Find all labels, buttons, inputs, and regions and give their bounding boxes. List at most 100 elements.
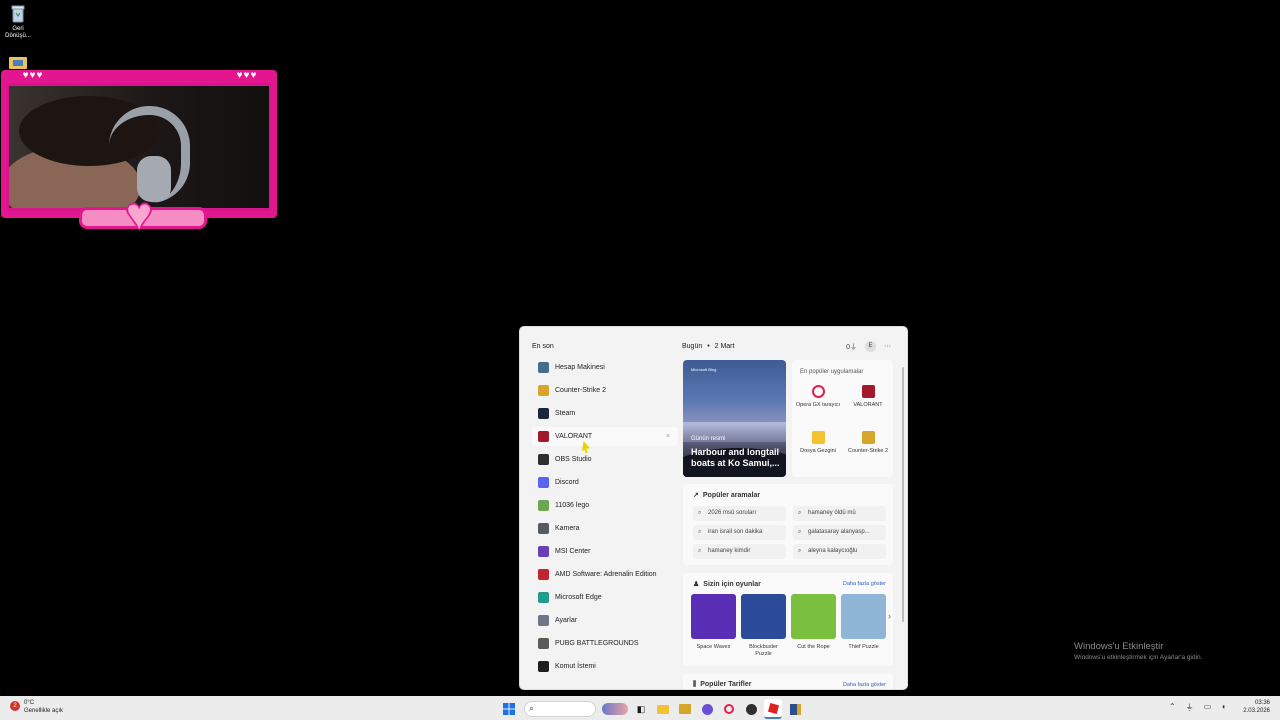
recent-app-item[interactable]: 11036 lego [532,496,678,515]
popular-search-item[interactable]: ⌕ aleyna kalaycıoğlu [793,544,886,559]
rewards-button[interactable]: 0⏚ [846,342,857,352]
popular-app-item[interactable]: Counter-Strike 2 [845,431,891,455]
weather-badge: 2 [13,703,17,709]
game-item[interactable]: Thief Puzzle [841,594,886,651]
header-tools: 0⏚ E ··· [846,341,891,352]
recent-app-item[interactable]: Kamera [532,519,678,538]
task-view-icon[interactable]: ◧ [632,700,650,718]
search-icon: ⌕ [798,529,802,535]
remove-recent-button[interactable]: × [666,433,670,440]
popular-app-item[interactable]: Dosya Gezgini [795,431,841,455]
recent-app-item[interactable]: AMD Software: Adrenalin Edition [532,565,678,584]
system-tray: ⌃ ⏚ ▭ ◖ [1169,702,1226,713]
recent-app-item[interactable]: PUBG BATTLEGROUNDS [532,634,678,653]
popular-app-item[interactable]: Opera GX tarayıcı [795,385,841,409]
folder-icon [811,431,825,444]
webcam-hearts-left: ♥♥♥ [9,70,57,82]
recent-apps-panel: En son Hesap Makinesi Counter-Strike 2 Ste… [520,327,680,689]
popular-search-item[interactable]: ⌕ 2026 msü soruları [693,506,786,521]
clock[interactable]: 03:36 2.03.2026 [1243,699,1270,715]
msi-icon [538,546,549,557]
popular-app-label: Opera GX tarayıcı [795,402,841,408]
roblox-icon[interactable] [764,699,782,719]
recent-app-item[interactable]: VALORANT × [532,427,678,446]
calculator-icon [538,362,549,373]
recent-app-item[interactable]: OBS Studio [532,450,678,469]
recent-app-label: Counter-Strike 2 [555,387,606,394]
recent-app-item[interactable]: MSI Center [532,542,678,561]
scrollbar[interactable] [902,367,904,622]
obs-icon[interactable] [742,700,760,718]
popular-search-item[interactable]: ⌕ hamaney öldü mü [793,506,886,521]
recipes-more-link[interactable]: Daha fazla göster [843,682,886,688]
search-highlight-icon[interactable] [602,703,628,715]
weather-temp: 0°C [24,700,35,706]
avatar[interactable]: E [865,341,876,352]
cs2-icon [861,431,875,444]
microphone-icon[interactable]: ⏚ [1186,702,1194,713]
edge-icon [538,592,549,603]
recent-app-label: Ayarlar [555,617,578,624]
recent-app-label: Steam [555,410,576,417]
recent-app-item[interactable]: Steam [532,404,678,423]
opera-gx-icon[interactable] [720,700,738,718]
desktop-icon-recycle-bin[interactable]: Geri Dönüşü... [3,5,33,40]
terminal-icon [538,661,549,672]
messenger-icon[interactable] [698,700,716,718]
today-separator: • [707,343,710,350]
recent-app-item[interactable]: Komut İstemi [532,657,678,676]
recent-app-label: MSI Center [555,548,591,555]
game-item[interactable]: Cut the Rope [791,594,836,651]
game-item[interactable]: Blockbuster Puzzle [741,594,786,658]
volume-icon[interactable]: ◖ [1221,702,1226,713]
game-thumbnail [841,594,886,639]
taskbar-apps: ⌕ ◧ [500,699,804,719]
chevron-up-icon[interactable]: ⌃ [1169,702,1176,713]
recent-app-item[interactable]: Counter-Strike 2 [532,381,678,400]
today-header: Bugün • 2 Mart [682,343,734,350]
recent-app-label: VALORANT [555,433,593,440]
games-more-link[interactable]: Daha fazla göster [843,581,886,587]
cs2-icon[interactable] [786,700,804,718]
webcam-hearts-right: ♥♥♥ [223,70,271,82]
taskbar: 2 0°C Genellikle açık ⌕ ◧ ⌃ ⏚ ▭ ◖ 03:36 … [0,696,1280,720]
taskbar-search-input[interactable]: ⌕ [524,701,596,717]
popular-search-label: 2026 msü soruları [708,510,757,516]
search-icon [538,500,549,511]
popular-search-label: hamaney kimdir [708,548,751,554]
network-icon[interactable]: ▭ [1204,702,1212,713]
recipes-card: ⫼ Popüler Tarifler Daha fazla göster [683,674,893,689]
popular-search-item[interactable]: ⌕ iran israil son dakika [693,525,786,540]
daily-photo-card[interactable]: Microsoft Bing Günün resmi Harbour and l… [683,360,786,477]
search-icon: ⌕ [698,529,702,535]
recent-app-item[interactable]: Ayarlar [532,611,678,630]
more-options-button[interactable]: ··· [884,343,891,350]
search-icon: ⌕ [798,510,802,516]
game-item[interactable]: Space Waves [691,594,736,651]
recent-app-label: Discord [555,479,579,486]
popular-app-item[interactable]: VALORANT [845,385,891,409]
popular-search-item[interactable]: ⌕ galatasaray alanyasp... [793,525,886,540]
recent-app-item[interactable]: Discord [532,473,678,492]
popular-app-label: Counter-Strike 2 [847,448,889,454]
clock-date: 2.03.2026 [1243,708,1270,714]
search-icon: ⌕ [698,548,702,554]
recent-app-item[interactable]: Hesap Makinesi [532,358,678,377]
popular-search-label: galatasaray alanyasp... [808,529,870,535]
shortcut-icon [9,57,27,69]
weather-widget[interactable]: 2 0°C Genellikle açık [10,699,63,715]
popular-searches-card: ↗ Popüler aramalar ⌕ 2026 msü soruları ⌕ ham… [683,484,893,565]
file-explorer-icon[interactable] [654,700,672,718]
weather-icon: 2 [10,701,20,711]
recent-title: En son [532,343,554,350]
taskbar-app-icon[interactable] [676,700,694,718]
recent-app-item[interactable]: Microsoft Edge [532,588,678,607]
heart-icon: ♥ [125,190,153,239]
windows-start-icon[interactable] [500,700,518,718]
recipes-label: Popüler Tarifler [700,681,752,688]
daily-photo-title: Harbour and longtail boats at Ko Samui,.… [691,447,780,468]
recycle-bin-icon [10,5,26,23]
popular-search-item[interactable]: ⌕ hamaney kimdir [693,544,786,559]
games-next-button[interactable]: › [888,611,891,621]
bing-brand: Microsoft Bing [691,367,717,372]
